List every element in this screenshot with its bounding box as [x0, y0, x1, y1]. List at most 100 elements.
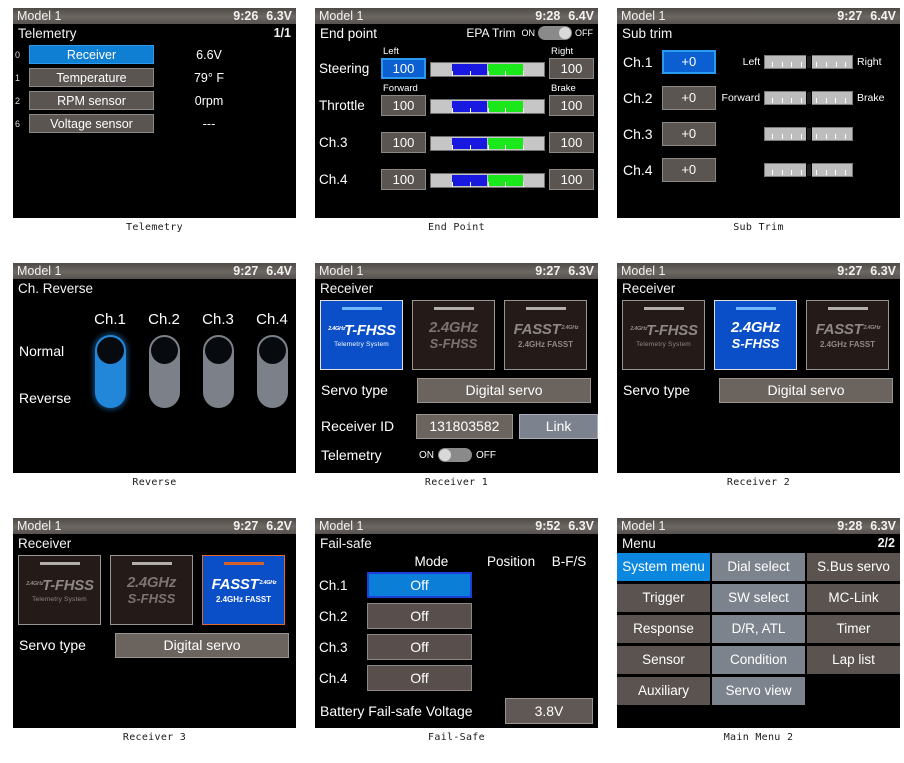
system-tile-tfhss[interactable]: 2.4GHzT-FHSS Telemetry System	[622, 300, 705, 370]
reverse-toggle-cell[interactable]	[191, 335, 245, 408]
toggle-track[interactable]	[438, 448, 472, 462]
epa-trim-toggle[interactable]: ON OFF	[522, 26, 593, 40]
trim-slider[interactable]	[764, 90, 853, 105]
system-tile-tfhss[interactable]: 2.4GHzT-FHSS Telemetry System	[18, 555, 101, 625]
tile-brand-text: FASST	[513, 321, 561, 338]
left-value-field[interactable]: 100	[381, 95, 426, 116]
sensor-slot-index: 1	[15, 72, 21, 83]
right-value-field[interactable]: 100	[549, 58, 594, 79]
page-title-bar: Telemetry 1/1	[13, 24, 296, 42]
trim-value-field[interactable]: +0	[661, 121, 716, 146]
right-value-field[interactable]: 100	[549, 95, 594, 116]
servo-type-value[interactable]: Digital servo	[115, 632, 289, 658]
slider-tick	[800, 169, 802, 175]
slider-knob[interactable]	[805, 162, 812, 177]
menu-item-dr-atl[interactable]: D/R, ATL	[712, 615, 805, 643]
status-bar: Model 1 9:28 6.3V	[617, 518, 900, 534]
menu-item-sensor[interactable]: Sensor	[617, 646, 710, 674]
menu-item-servo-view[interactable]: Servo view	[712, 677, 805, 705]
slider-tick	[845, 133, 847, 139]
system-tile-fasst[interactable]: FASST2.4GHz 2.4GHz FASST	[202, 555, 285, 625]
menu-item-sbus-servo[interactable]: S.Bus servo	[807, 553, 900, 581]
channel-name: Ch.1	[319, 577, 348, 593]
reverse-toggle-cell[interactable]	[245, 335, 296, 408]
toggle-track[interactable]	[538, 26, 572, 40]
mode-field[interactable]: Off	[367, 665, 472, 691]
trim-value-field[interactable]: +0	[661, 49, 716, 74]
menu-item-mc-link[interactable]: MC-Link	[807, 584, 900, 612]
slider-knob[interactable]	[805, 90, 812, 105]
left-value-field[interactable]: 100	[381, 132, 426, 153]
sensor-name-button[interactable]: RPM sensor	[29, 91, 154, 110]
menu-item-empty	[807, 677, 900, 705]
list-item[interactable]: 1 Temperature 79° F	[13, 67, 296, 88]
menu-item-trigger[interactable]: Trigger	[617, 584, 710, 612]
menu-item-system-menu[interactable]: System menu	[617, 553, 710, 581]
link-button[interactable]: Link	[519, 413, 598, 439]
reverse-toggle-cell[interactable]	[137, 335, 191, 408]
tile-indicator-bar	[643, 307, 684, 310]
system-tile-sfhss[interactable]: 2.4GHz S-FHSS	[412, 300, 495, 370]
sensor-name-button[interactable]: Voltage sensor	[29, 114, 154, 133]
slider-knob[interactable]	[805, 126, 812, 141]
telemetry-toggle[interactable]: ON OFF	[417, 448, 496, 462]
system-tile-tfhss[interactable]: 2.4GHzT-FHSS Telemetry System	[320, 300, 403, 370]
slider-tick	[825, 133, 827, 139]
menu-item-condition[interactable]: Condition	[712, 646, 805, 674]
column-header-position: Position	[487, 554, 536, 569]
mode-field[interactable]: Off	[367, 603, 472, 629]
channel-name: Ch.4	[319, 172, 348, 187]
reverse-body: Ch.1 Ch.2 Ch.3 Ch.4 Normal Reverse	[13, 297, 296, 473]
slider-tick	[835, 169, 837, 175]
screen-telemetry: Model 1 9:26 6.3V Telemetry 1/1 0 Receiv…	[13, 8, 296, 218]
trim-value-field[interactable]: +0	[661, 157, 716, 182]
battery-failsafe-value[interactable]: 3.8V	[505, 698, 593, 724]
receiver-id-value[interactable]: 131803582	[415, 413, 514, 439]
slider-knob[interactable]	[805, 54, 812, 69]
slider-tick	[845, 61, 847, 67]
reverse-toggle-ch3[interactable]	[202, 335, 234, 408]
mode-field[interactable]: Off	[367, 572, 472, 598]
system-tile-sfhss[interactable]: 2.4GHz S-FHSS	[110, 555, 193, 625]
left-group: 100	[381, 157, 426, 190]
sensor-name-button[interactable]: Temperature	[29, 68, 154, 87]
model-name: Model 1	[17, 519, 62, 533]
system-tiles: 2.4GHzT-FHSS Telemetry System 2.4GHz S-F…	[315, 297, 598, 370]
sensor-name-button[interactable]: Receiver	[29, 45, 154, 64]
clock: 9:52	[535, 519, 561, 533]
list-item[interactable]: 0 Receiver 6.6V	[13, 44, 296, 65]
trim-slider[interactable]	[764, 162, 853, 177]
menu-item-sw-select[interactable]: SW select	[712, 584, 805, 612]
trim-slider[interactable]	[764, 54, 854, 69]
trim-slider[interactable]	[764, 126, 853, 141]
menu-row: System menu Dial select S.Bus servo	[617, 553, 900, 581]
tile-brand-2: S-FHSS	[429, 336, 478, 351]
right-value-field[interactable]: 100	[549, 132, 594, 153]
reverse-toggle-ch4[interactable]	[256, 335, 288, 408]
menu-item-auxiliary[interactable]: Auxiliary	[617, 677, 710, 705]
mode-field[interactable]: Off	[367, 634, 472, 660]
left-value-field[interactable]: 100	[381, 169, 426, 190]
bar-tick	[487, 108, 489, 113]
list-item[interactable]: 2 RPM sensor 0rpm	[13, 90, 296, 111]
menu-item-timer[interactable]: Timer	[807, 615, 900, 643]
left-value-field[interactable]: 100	[381, 58, 426, 79]
system-tile-fasst[interactable]: FASST2.4GHz 2.4GHz FASST	[806, 300, 889, 370]
reverse-toggle-ch2[interactable]	[148, 335, 180, 408]
list-item[interactable]: 6 Voltage sensor ---	[13, 113, 296, 134]
figure-caption: Telemetry	[126, 222, 183, 233]
reverse-toggle-ch1[interactable]	[94, 335, 126, 408]
system-tile-fasst[interactable]: FASST2.4GHz 2.4GHz FASST	[504, 300, 587, 370]
menu-item-response[interactable]: Response	[617, 615, 710, 643]
reverse-toggle-cell[interactable]	[83, 335, 137, 408]
trim-value-field[interactable]: +0	[661, 85, 716, 110]
tile-subtitle: Telemetry System	[334, 341, 389, 348]
servo-type-value[interactable]: Digital servo	[417, 377, 591, 403]
servo-type-value[interactable]: Digital servo	[719, 377, 893, 403]
right-group: Brake 100	[549, 83, 594, 116]
menu-item-dial-select[interactable]: Dial select	[712, 553, 805, 581]
right-value-field[interactable]: 100	[549, 169, 594, 190]
tile-brand-text: T-FHSS	[344, 322, 396, 339]
menu-item-lap-list[interactable]: Lap list	[807, 646, 900, 674]
system-tile-sfhss[interactable]: 2.4GHz S-FHSS	[714, 300, 797, 370]
